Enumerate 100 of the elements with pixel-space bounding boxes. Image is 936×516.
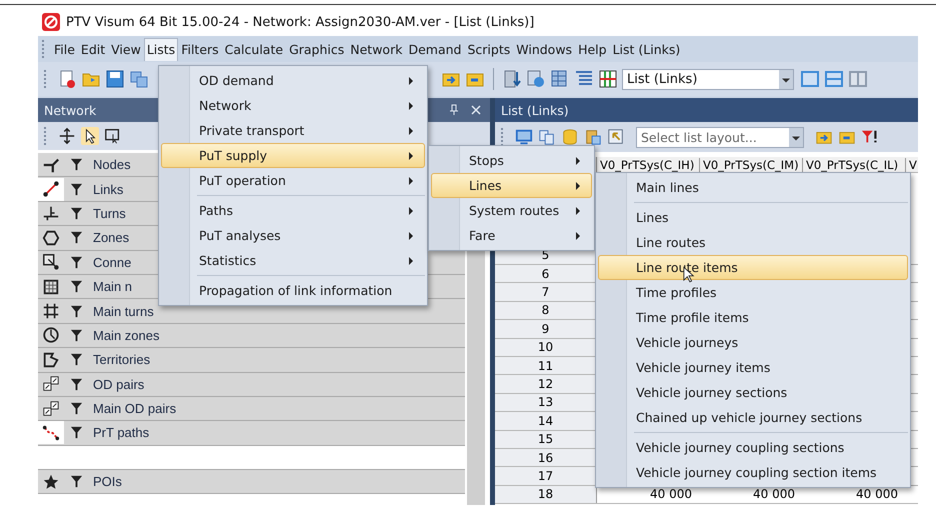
menu-option[interactable]: PuT supply (161, 143, 425, 168)
row-number: 7 (495, 283, 597, 301)
table-cell-text: 40 000 (752, 487, 796, 502)
save-icon[interactable] (105, 69, 125, 89)
move-icon[interactable] (58, 127, 76, 145)
filter-icon[interactable] (70, 304, 83, 318)
menu-option[interactable]: Network (161, 93, 425, 118)
filter-icon[interactable] (70, 475, 83, 488)
menu-option[interactable]: System routes (431, 198, 592, 223)
menu-item[interactable]: View (108, 38, 144, 60)
menu-item[interactable]: Network (347, 38, 406, 60)
submenu-arrow-icon (408, 230, 414, 240)
dropdown-icon[interactable] (789, 128, 803, 146)
menu-item[interactable]: Help (575, 38, 610, 60)
row-number: 16 (495, 448, 597, 466)
menu-option[interactable]: PuT operation (161, 168, 425, 193)
row-number: 12 (495, 375, 597, 393)
menu-item[interactable]: Edit (78, 38, 108, 60)
zoom-window-icon[interactable] (104, 127, 122, 145)
territory-icon (42, 350, 60, 369)
layer-item[interactable]: PrT paths (38, 421, 465, 446)
row-number: 10 (495, 338, 597, 356)
copy-icon[interactable] (538, 128, 556, 146)
column-header[interactable]: V (906, 158, 918, 172)
menu-option[interactable]: PuT analyses (161, 223, 425, 248)
app-logo-icon (42, 13, 60, 31)
table-cell-text: 40 000 (855, 487, 899, 502)
menu-option[interactable]: Vehicle journey sections (598, 380, 908, 405)
submenu-arrow-icon (575, 156, 581, 166)
zone-icon (42, 228, 60, 247)
pointer-icon[interactable] (81, 127, 99, 145)
filter-icon[interactable] (70, 353, 83, 366)
filter-icon[interactable] (70, 402, 83, 416)
filter-icon[interactable] (70, 378, 83, 391)
menu-option[interactable]: Chained up vehicle journey sections (598, 405, 908, 430)
layer-item[interactable]: Main zones (38, 324, 465, 348)
link-icon (42, 180, 60, 198)
menu-option[interactable]: Fare (431, 223, 592, 248)
menu-option[interactable]: Vehicle journey items (598, 355, 908, 380)
menu-option[interactable]: Stops (431, 148, 592, 173)
list-select[interactable]: List (Links) (622, 68, 794, 90)
od-pair-icon (42, 375, 60, 394)
main-node-icon (42, 278, 60, 296)
monitor-icon[interactable] (515, 128, 533, 146)
row-number: 14 (495, 412, 597, 430)
menu-option[interactable]: Main lines (598, 175, 908, 200)
layer-item[interactable]: Main OD pairs (38, 396, 465, 422)
submenu-arrow-icon (408, 100, 414, 110)
menu-option[interactable]: Statistics (161, 248, 425, 273)
menu-option[interactable]: Vehicle journeys (598, 330, 908, 355)
menu-item[interactable]: Windows (513, 38, 576, 60)
window-title: PTV Visum 64 Bit 15.00-24 - Network: Assign2030-AM.ver - [List (Links)] (66, 14, 534, 30)
filter-icon[interactable] (70, 426, 83, 440)
menu-item[interactable]: Lists (144, 38, 178, 60)
panel-title: List (Links) (501, 102, 569, 118)
menu-option[interactable]: Vehicle journey coupling sections (598, 435, 908, 460)
menu-item[interactable]: List (Links) (610, 38, 684, 60)
turn-icon (42, 204, 60, 222)
menu-item[interactable]: Graphics (286, 38, 348, 60)
menu-option[interactable]: OD demand (161, 68, 425, 93)
filter-icon[interactable] (70, 231, 83, 244)
menu-option[interactable]: Lines (598, 205, 908, 230)
menu-option[interactable]: Line routes (598, 230, 908, 255)
menu-item[interactable]: File (51, 38, 78, 60)
filter-icon[interactable] (70, 158, 83, 172)
submenu-arrow-icon (408, 206, 414, 216)
select-cursor-icon[interactable] (607, 128, 625, 146)
layer-item[interactable]: Territories (38, 348, 465, 373)
menu-option[interactable]: Lines (431, 173, 592, 198)
pin-icon[interactable] (448, 104, 460, 116)
submenu-arrow-icon (408, 126, 414, 136)
menu-item[interactable]: Demand (405, 38, 464, 60)
layer-item[interactable]: POIs (38, 470, 465, 494)
row-number: 13 (495, 394, 597, 412)
menu-option[interactable]: Time profiles (598, 280, 908, 305)
filter-icon[interactable] (70, 206, 83, 220)
filter-icon[interactable] (70, 328, 83, 342)
close-icon[interactable] (470, 104, 482, 116)
menu-option[interactable]: Private transport (161, 118, 425, 143)
layer-item[interactable]: OD pairs (38, 372, 465, 397)
menu-option[interactable]: Time profile items (598, 305, 908, 330)
menu-option[interactable]: Vehicle journey coupling section items (598, 460, 908, 485)
copy-icon[interactable] (129, 69, 149, 89)
layout-select[interactable]: Select list layout... (636, 126, 804, 148)
download-icon[interactable] (502, 69, 522, 89)
filter-icon[interactable] (70, 256, 83, 269)
single-window-icon[interactable] (800, 69, 820, 89)
dropdown-icon[interactable] (779, 70, 793, 88)
menu-option[interactable]: Paths (161, 198, 425, 223)
menu-item[interactable]: Calculate (222, 38, 286, 60)
filter-icon[interactable] (70, 280, 83, 294)
clipboard-icon[interactable] (584, 128, 602, 146)
menu-item[interactable]: Filters (178, 38, 222, 60)
menu-item[interactable]: Scripts (464, 38, 514, 60)
row-number: 17 (495, 467, 597, 485)
submenu-arrow-icon (575, 180, 581, 190)
grid-chart-icon[interactable] (598, 69, 618, 89)
filter-icon[interactable] (70, 182, 83, 196)
connector-icon (42, 253, 60, 272)
split-horizontal-icon[interactable] (824, 69, 844, 89)
